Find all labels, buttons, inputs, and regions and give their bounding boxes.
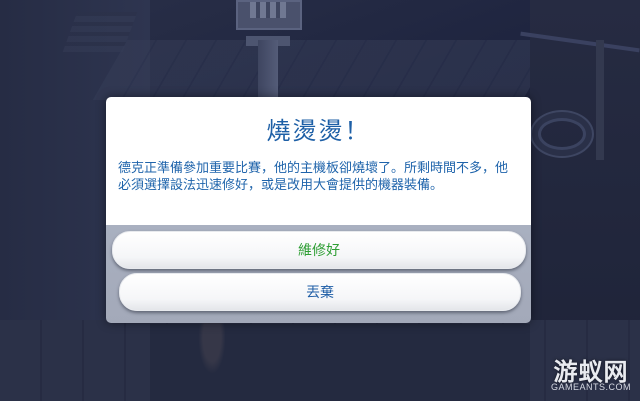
lamp-stand — [596, 40, 604, 160]
discard-option-button[interactable]: 丟棄 — [119, 273, 521, 311]
round-rug — [530, 110, 594, 158]
repair-option-button[interactable]: 維修好 — [112, 231, 526, 269]
watermark-url: GAMEANTS.COM — [550, 382, 631, 392]
pedestal-column — [258, 40, 278, 98]
sim-character — [196, 320, 228, 380]
upper-floor — [92, 40, 558, 100]
dialog-actions: 維修好 丟棄 — [106, 225, 531, 323]
watermark: 游蚁网 GAMEANTS.COM — [548, 352, 634, 396]
event-dialog: 燒燙燙！ 德克正準備參加重要比賽，他的主機板卻燒壞了。所剩時間不多，他必須選擇設… — [106, 97, 531, 323]
dialog-body: 燒燙燙！ 德克正準備參加重要比賽，他的主機板卻燒壞了。所剩時間不多，他必須選擇設… — [106, 97, 531, 225]
dialog-message: 德克正準備參加重要比賽，他的主機板卻燒壞了。所剩時間不多，他必須選擇設法迅速修好… — [118, 161, 509, 193]
dialog-title: 燒燙燙！ — [266, 117, 371, 145]
pedestal-items — [250, 2, 286, 18]
